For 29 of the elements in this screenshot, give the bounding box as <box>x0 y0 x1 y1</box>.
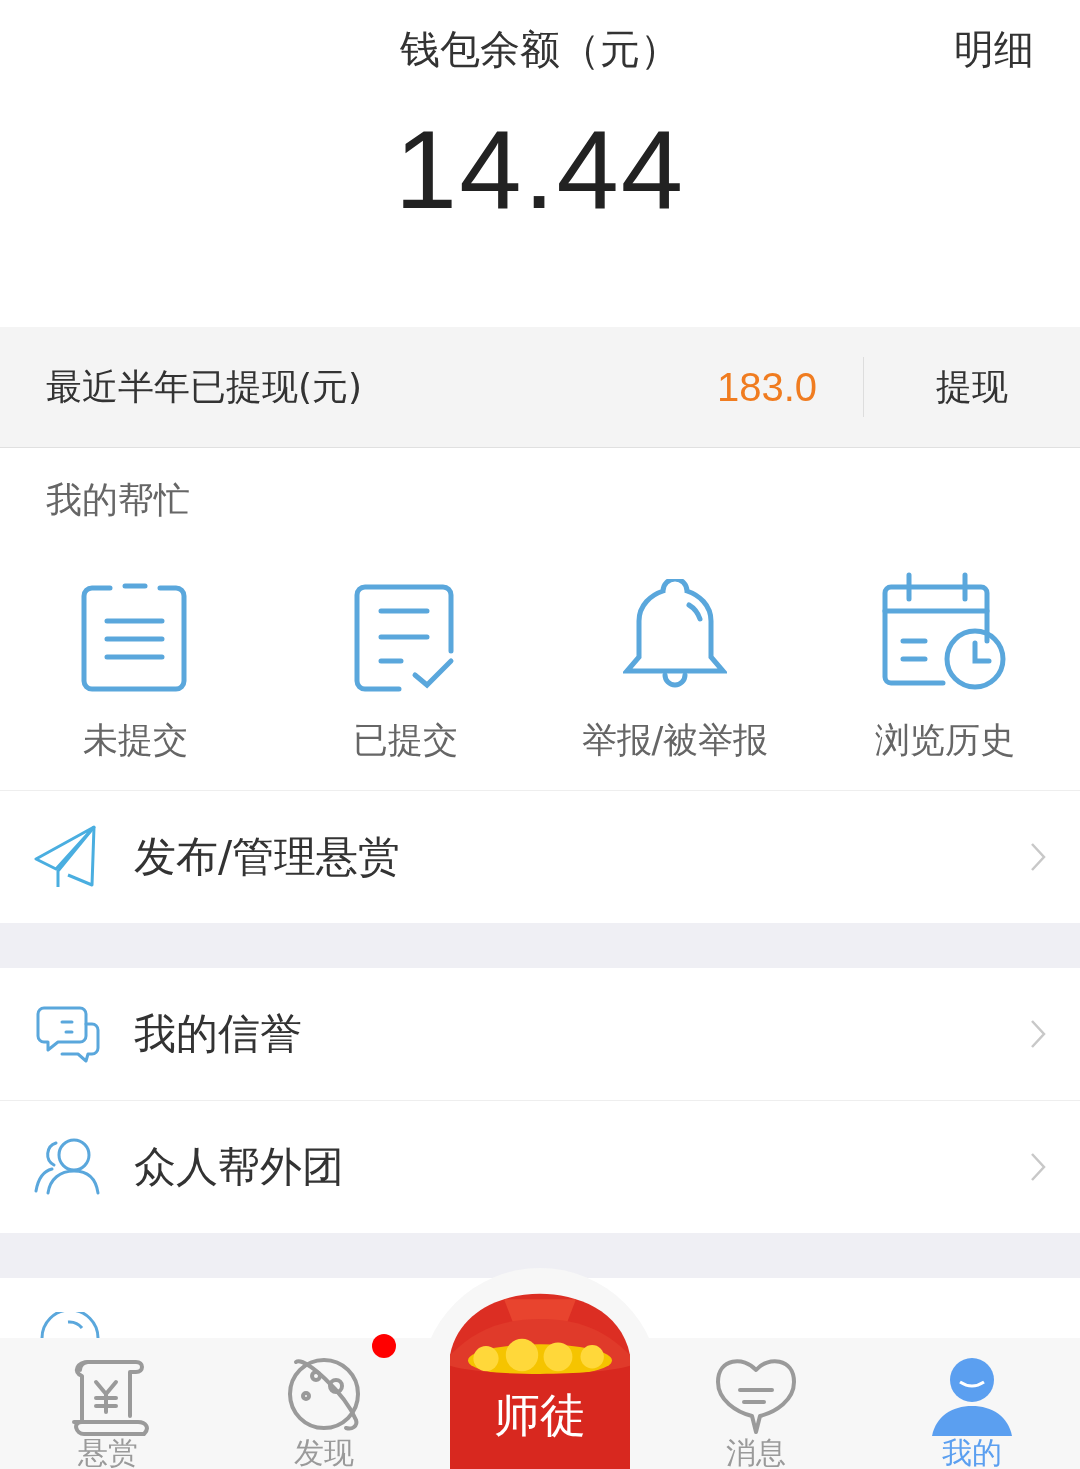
menu-label: 众人帮外团 <box>134 1141 345 1193</box>
detail-link[interactable]: 明细 <box>870 22 1080 77</box>
chevron-icon <box>1030 1152 1046 1182</box>
heart-chat-icon <box>714 1356 798 1436</box>
menu-row[interactable]: 发布/管理悬赏 <box>0 791 1080 923</box>
shortcut-label[interactable]: 已提交 <box>352 717 458 764</box>
paper-plane-icon <box>34 825 98 889</box>
help-icon <box>38 1312 102 1338</box>
clipboard-icon <box>80 581 190 693</box>
envelope-icon <box>450 1292 630 1469</box>
nav-tab[interactable]: 师徒 <box>450 1292 630 1469</box>
menu-label: 发布/管理悬赏 <box>134 831 402 883</box>
chat-bubbles-icon <box>34 1004 100 1064</box>
shortcut-label[interactable]: 浏览历史 <box>875 717 1015 764</box>
people-icon <box>34 1137 102 1197</box>
withdraw-button[interactable]: 提现 <box>864 362 1080 412</box>
chevron-icon <box>1030 1019 1046 1049</box>
menu-label: 我的信誉 <box>134 1008 303 1060</box>
balance-amount: 14.44 <box>394 106 686 234</box>
wallet-title: 钱包余额（元） <box>399 25 681 74</box>
shortcut-label[interactable]: 未提交 <box>82 717 188 764</box>
shortcut-label[interactable]: 举报/被举报 <box>581 717 769 764</box>
withdrawn-label: 最近半年已提现(元) <box>46 364 364 409</box>
withdrawn-amount: 183.0 <box>716 357 864 417</box>
menu-row[interactable]: 我的信誉 <box>0 968 1080 1101</box>
chevron-icon <box>1030 842 1046 872</box>
menu-row[interactable]: 众人帮外团 <box>0 1101 1080 1233</box>
section-title: 我的帮忙 <box>45 478 191 522</box>
user-avatar-icon <box>930 1356 1014 1436</box>
